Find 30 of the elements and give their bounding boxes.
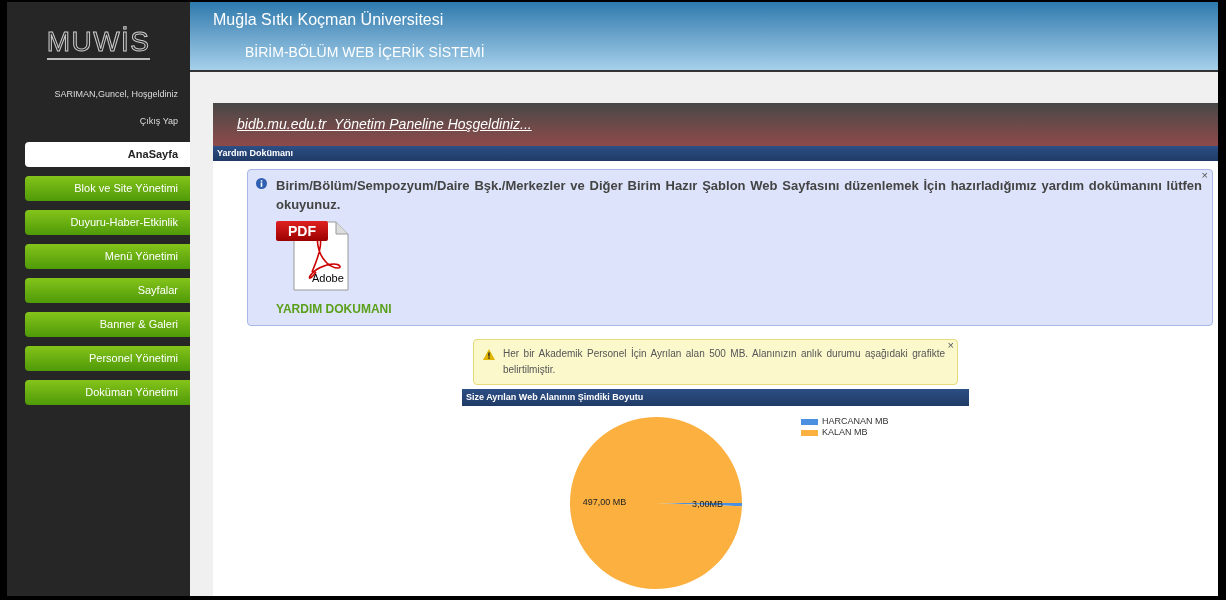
section-title: Size Ayrılan Web Alanının Şimdiki Boyutu (462, 389, 969, 406)
sidebar-item[interactable]: Personel Yönetimi (25, 346, 190, 371)
section-title: Yardım Dokümanı (213, 146, 1218, 161)
logout-link[interactable]: Çıkış Yap (139, 114, 190, 128)
legend-label: KALAN MB (822, 425, 868, 439)
university-title: Muğla Sıtkı Koçman Üniversitesi (213, 10, 445, 30)
sidebar-item[interactable]: Duyuru-Haber-Etkinlik (25, 210, 190, 235)
warning-icon (483, 349, 495, 360)
help-document-link[interactable]: YARDIM DOKUMANI (276, 300, 1202, 318)
data-label: 497,00 MB (582, 497, 627, 508)
legend-swatch (801, 429, 818, 436)
legend-label: HARCANAN MB (822, 414, 889, 428)
sidebar-item[interactable]: Sayfalar (25, 278, 190, 303)
info-text: Birim/Bölüm/Sempozyum/Daire Bşk./Merkezler ve Diğer Birim Hazır Şablon Web Sayfasını düzenlemek İçin hazırladığımız yardım dokümanını lütfen okuyunuz. (276, 178, 1202, 214)
welcome-text: SARIMAN,Guncel, Hoşgeldiniz (54, 88, 179, 101)
welcome-heading: bidb.mu.edu.tr Yönetim Paneline Hoşgeldiniz... (237, 115, 532, 134)
brand-label: Adobe (312, 273, 344, 284)
close-button[interactable]: × (947, 340, 954, 351)
sidebar-item[interactable]: AnaSayfa (25, 142, 190, 167)
sidebar-item[interactable]: Doküman Yönetimi (25, 380, 190, 405)
sidebar-item[interactable]: Banner & Galeri (25, 312, 190, 337)
logo: MUWİS (46, 28, 151, 60)
legend-swatch (801, 418, 818, 425)
system-title: BİRİM-BÖLÜM WEB İÇERİK SİSTEMİ (245, 43, 486, 62)
sidebar-item[interactable]: Blok ve Site Yönetimi (25, 176, 190, 201)
warning-text: Her bir Akademik Personel İçin Ayrılan alan 500 MB. Alanınızın anlık durumu aşağıdaki grafikte belirtilmiştir. (503, 346, 945, 377)
close-button[interactable]: × (1201, 170, 1208, 181)
info-icon (256, 178, 267, 189)
sidebar-item[interactable]: Menü Yönetimi (25, 244, 190, 269)
pdf-badge: PDF (276, 221, 328, 241)
